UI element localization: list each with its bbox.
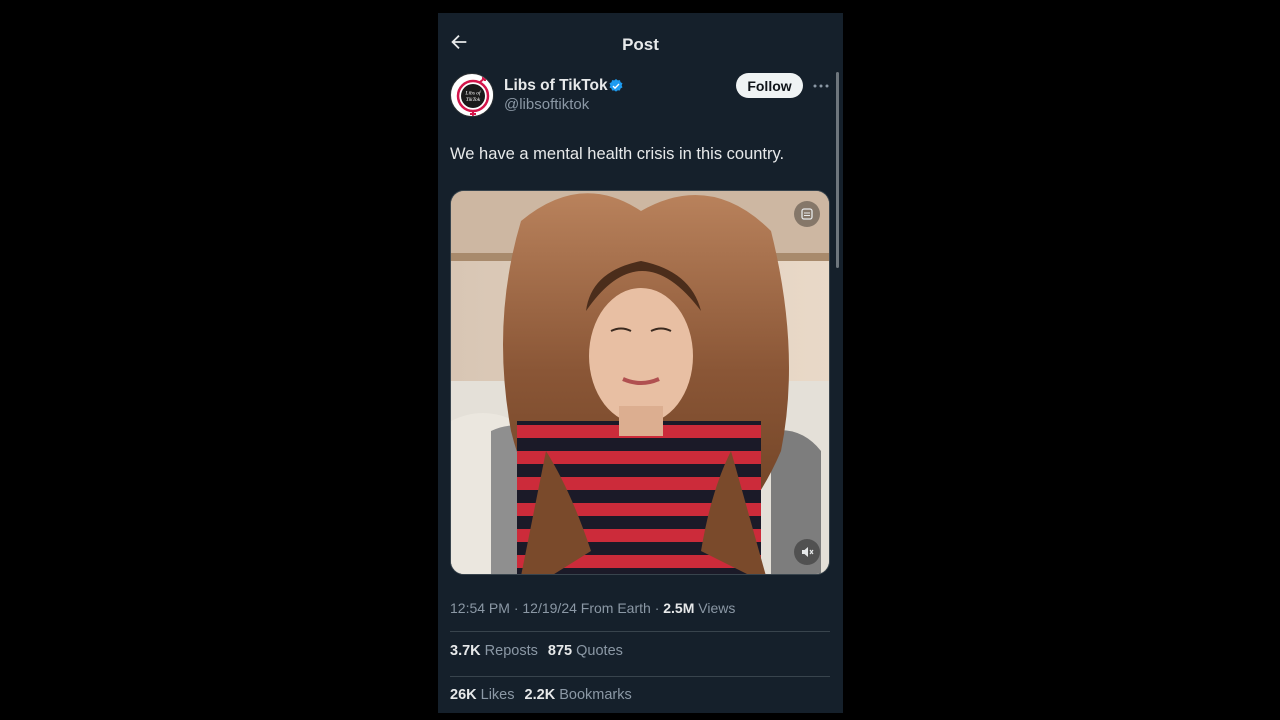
post-date: 12/19/24 xyxy=(522,600,577,616)
divider xyxy=(450,676,830,677)
views-count: 2.5M xyxy=(663,600,695,616)
avatar-text-bottom: TikTok xyxy=(466,97,481,103)
video-frame xyxy=(451,191,829,574)
status-bar xyxy=(438,0,843,13)
bottom-bar xyxy=(438,713,843,720)
post-location: From Earth xyxy=(580,600,651,616)
post-screen: Post Libs of TikTok Libs of TikTok @libs… xyxy=(438,0,843,720)
bookmarks-link[interactable]: 2.2K Bookmarks xyxy=(525,687,632,703)
quotes-link[interactable]: 875 Quotes xyxy=(548,643,623,659)
likes-link[interactable]: 26K Likes xyxy=(450,687,515,703)
reposts-link[interactable]: 3.7K Reposts xyxy=(450,643,538,659)
reposts-count: 3.7K xyxy=(450,643,481,659)
avatar-text-top: Libs of xyxy=(464,90,482,97)
views-label: Views xyxy=(698,600,736,616)
author-handle[interactable]: @libsoftiktok xyxy=(504,96,589,113)
likes-count: 26K xyxy=(450,687,477,703)
repost-stats: 3.7K Reposts 875 Quotes xyxy=(450,643,629,659)
like-stats: 26K Likes 2.2K Bookmarks xyxy=(450,687,638,703)
avatar[interactable]: Libs of TikTok xyxy=(450,73,494,117)
post-time: 12:54 PM xyxy=(450,600,510,616)
divider xyxy=(450,631,830,632)
video-player[interactable] xyxy=(450,190,830,575)
media-info-icon[interactable] xyxy=(794,201,820,227)
scrollbar[interactable] xyxy=(836,72,839,268)
author-name[interactable]: Libs of TikTok xyxy=(504,77,608,95)
reposts-label: Reposts xyxy=(484,643,538,659)
post-meta: 12:54 PM · 12/19/24 From Earth · 2.5M Vi… xyxy=(450,600,735,616)
quotes-count: 875 xyxy=(547,643,573,659)
follow-button[interactable]: Follow xyxy=(736,73,803,98)
bookmarks-label: Bookmarks xyxy=(559,687,632,703)
page-title: Post xyxy=(622,35,659,54)
mute-icon[interactable] xyxy=(794,539,820,565)
post-text: We have a mental health crisis in this c… xyxy=(450,145,785,163)
meta-separator: · xyxy=(654,600,664,616)
quotes-label: Quotes xyxy=(576,643,623,659)
verified-badge-icon xyxy=(608,78,624,94)
top-bar: Post xyxy=(438,13,843,65)
more-options-icon[interactable] xyxy=(811,76,831,96)
likes-label: Likes xyxy=(480,687,515,703)
bookmarks-count: 2.2K xyxy=(524,687,556,703)
